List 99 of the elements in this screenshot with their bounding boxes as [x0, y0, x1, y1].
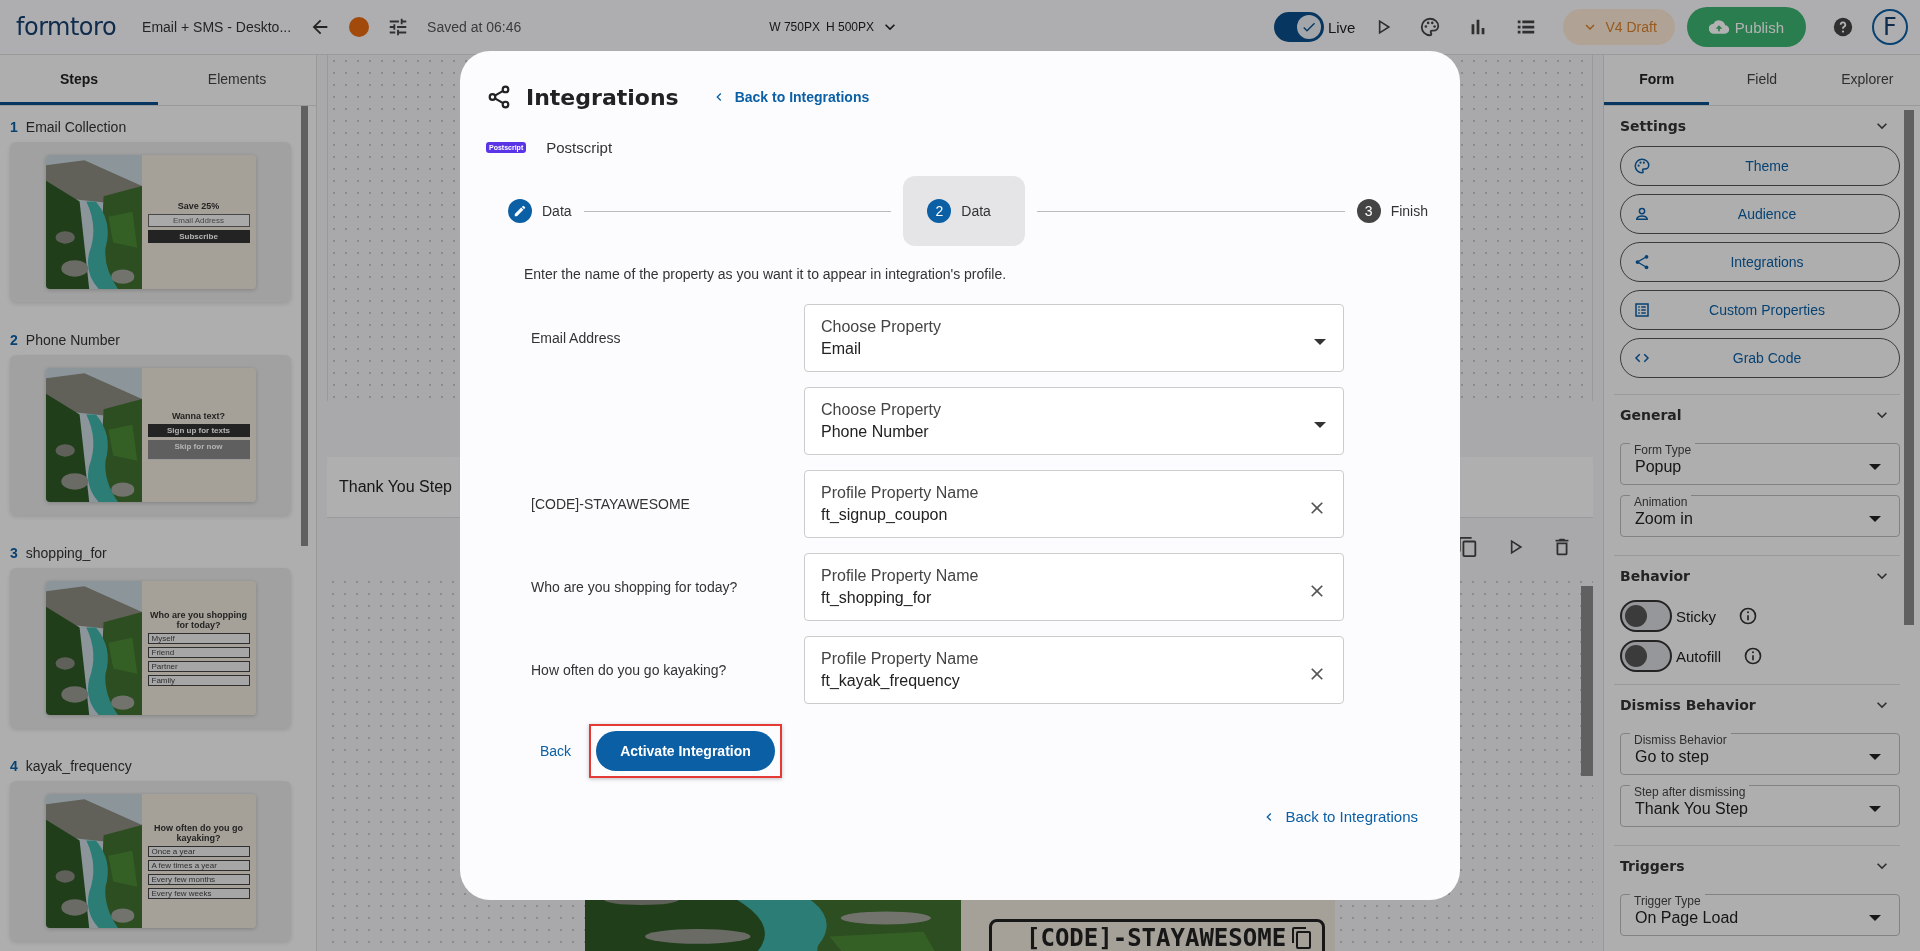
preview-heading: Wanna text? — [170, 410, 227, 421]
caret-icon — [1869, 915, 1881, 921]
stepper-step[interactable]: 2 Data — [903, 176, 1025, 246]
panel-tab[interactable]: Steps — [0, 55, 158, 105]
section-title: Settings — [1620, 118, 1687, 134]
cloud-upload-icon — [1708, 17, 1729, 37]
caret-icon — [1869, 806, 1881, 812]
instructions: Enter the name of the property as you want it to appear in integration's profile. — [524, 266, 1008, 282]
field-label: Animation — [1630, 495, 1692, 509]
logo[interactable]: formtoro — [16, 13, 117, 41]
preview-option: Every few months — [147, 874, 250, 885]
info-icon[interactable] — [1743, 646, 1764, 666]
step-name[interactable]: kayak_frequency — [25, 758, 132, 774]
back-link[interactable]: Back — [540, 743, 572, 759]
avatar[interactable]: F — [1872, 9, 1908, 45]
section-title: General — [1620, 407, 1682, 423]
caret-icon — [1869, 754, 1881, 760]
step-number: 2 — [10, 332, 18, 348]
preview-field: Email Address — [147, 214, 250, 227]
preview-button: Skip for now — [147, 439, 250, 460]
field-label: Trigger Type — [1630, 894, 1705, 908]
dialog-title: Integrations — [526, 84, 679, 110]
live-label: Live — [1327, 18, 1356, 36]
step-number: 4 — [10, 758, 18, 774]
property-name-field[interactable]: Profile Property Name ft_signup_coupon — [804, 470, 1344, 538]
preview-button: Sign up for texts — [147, 423, 250, 437]
property-select[interactable]: Choose Property Email — [804, 304, 1344, 372]
step-card[interactable]: Who are you shopping for today? Myself Friend Partner Family — [10, 568, 291, 728]
palette-icon — [1633, 157, 1651, 175]
activate-integration-button[interactable]: Activate Integration — [596, 731, 775, 771]
coupon-code-text: [CODE]-STAYAWESOME — [1026, 924, 1287, 951]
height-label[interactable]: H 500PX — [825, 20, 874, 34]
caret-icon — [1869, 516, 1881, 522]
width-label[interactable]: W 750PX — [769, 20, 820, 34]
coupon-code[interactable]: [CODE]-STAYAWESOME — [989, 919, 1326, 951]
property-select[interactable]: Choose Property Phone Number — [804, 387, 1344, 455]
section-title: Triggers — [1620, 858, 1685, 874]
form-name[interactable]: Email + SMS - Deskto... — [142, 19, 292, 35]
pencil-icon — [513, 204, 527, 218]
caret-icon — [1314, 422, 1326, 428]
preview-option: Every few weeks — [147, 888, 250, 899]
panel-tab[interactable]: Form — [1604, 55, 1710, 105]
panel-tab[interactable]: Elements — [158, 55, 316, 105]
step-name[interactable]: Phone Number — [25, 332, 120, 348]
panel-tab[interactable]: Field — [1709, 55, 1815, 105]
step-number: 1 — [10, 119, 18, 135]
preview-button: Subscribe — [147, 230, 250, 243]
section-title: Behavior — [1620, 568, 1691, 584]
step-card[interactable]: Wanna text? Sign up for texts Skip for now — [10, 355, 291, 515]
share-icon — [1633, 253, 1651, 271]
preview-heading: Who are you shopping for today? — [149, 610, 248, 630]
scrollbar[interactable] — [1581, 586, 1593, 776]
step-card[interactable]: How often do you go kayaking? Once a year A few times a year Every few months Every few weeks — [10, 781, 291, 941]
step-card[interactable]: Save 25% Email Address Subscribe — [10, 142, 291, 302]
toggle-label: Autofill — [1676, 647, 1722, 665]
caret-icon — [1314, 339, 1326, 345]
stepper-step[interactable]: Data — [508, 176, 572, 246]
preview-option: A few times a year — [147, 860, 250, 871]
step-number: 3 — [10, 545, 18, 561]
preview-option: Once a year — [147, 846, 250, 857]
stepper-step[interactable]: 3 Finish — [1356, 176, 1428, 246]
step-name[interactable]: Email Collection — [25, 119, 127, 135]
panel-tab[interactable]: Explorer — [1814, 55, 1920, 105]
integration-name: Postscript — [546, 139, 613, 156]
preview-heading: Save 25% — [176, 201, 221, 211]
preview-option: Friend — [147, 647, 250, 658]
field-label: Email Address — [531, 330, 621, 346]
scrollbar[interactable] — [301, 106, 308, 546]
preview-heading: How often do you go kayaking? — [153, 823, 244, 843]
field-label: Dismiss Behavior — [1630, 733, 1731, 747]
field-label: [CODE]-STAYAWESOME — [531, 496, 690, 512]
person-icon — [1633, 205, 1651, 223]
table-icon — [1633, 301, 1651, 319]
save-status: Saved at 06:46 — [427, 19, 522, 35]
toggle-switch[interactable] — [1620, 600, 1672, 632]
field-label: Form Type — [1630, 443, 1696, 457]
preview-option: Partner — [147, 661, 250, 672]
scrollbar[interactable] — [1904, 110, 1914, 625]
back-to-integrations-link[interactable]: Back to Integrations — [1261, 808, 1418, 825]
field-label: Who are you shopping for today? — [531, 579, 738, 595]
step-name[interactable]: shopping_for — [25, 545, 107, 561]
field-label: Step after dismissing — [1630, 785, 1750, 799]
preview-option: Family — [147, 675, 250, 686]
section-title: Dismiss Behavior — [1620, 697, 1756, 713]
toggle-switch[interactable] — [1620, 640, 1672, 672]
palette-icon[interactable] — [1419, 16, 1442, 38]
info-icon[interactable] — [1738, 606, 1758, 626]
live-toggle[interactable] — [1273, 12, 1324, 42]
property-name-field[interactable]: Profile Property Name ft_kayak_frequency — [804, 636, 1344, 704]
toggle-label: Sticky — [1676, 607, 1716, 625]
color-swatch[interactable] — [349, 17, 370, 37]
step-title: Thank You Step — [339, 478, 452, 496]
field-label: How often do you go kayaking? — [531, 662, 727, 678]
property-name-field[interactable]: Profile Property Name ft_shopping_for — [804, 553, 1344, 621]
preview-option: Myself — [147, 633, 250, 644]
caret-icon — [1869, 464, 1881, 470]
share-icon — [486, 84, 512, 110]
help-icon[interactable] — [1832, 16, 1854, 38]
back-to-integrations-link[interactable]: Back to Integrations — [710, 89, 870, 105]
